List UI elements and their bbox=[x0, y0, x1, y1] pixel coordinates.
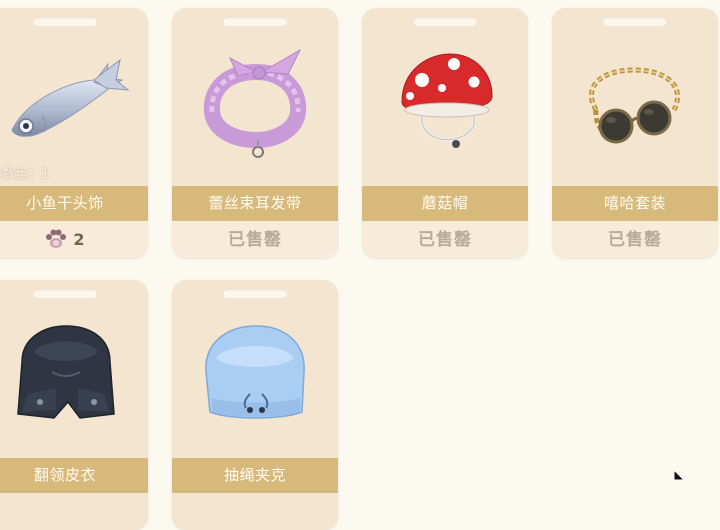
shop-item-card-hiphop-set[interactable]: 嘻哈套装 已售罄 bbox=[552, 8, 718, 258]
sold-out-status: 已售罄 bbox=[362, 221, 528, 258]
price-value: 2 bbox=[73, 230, 85, 249]
sold-out-status: 已售罄 bbox=[172, 221, 338, 258]
item-name: 抽绳夹克 bbox=[172, 458, 338, 493]
card-hanger bbox=[223, 289, 287, 298]
card-hanger bbox=[33, 17, 97, 26]
lace-headband-icon bbox=[203, 48, 307, 158]
mushroom-hat-icon bbox=[401, 53, 493, 148]
shop-item-card-leather-jacket[interactable]: 翻领皮衣 bbox=[0, 280, 148, 530]
item-image bbox=[552, 30, 718, 158]
card-hanger bbox=[223, 17, 287, 26]
sold-out-status: 已售罄 bbox=[552, 221, 718, 258]
leather-jacket-icon bbox=[17, 325, 115, 419]
mouse-cursor-icon bbox=[673, 470, 685, 480]
item-image bbox=[0, 30, 148, 158]
item-name: 嘻哈套装 bbox=[552, 186, 718, 221]
shop-item-card-lace-headband[interactable]: 蕾丝束耳发带 已售罄 bbox=[172, 8, 338, 258]
shop-item-card-mushroom-hat[interactable]: 蘑菇帽 已售罄 bbox=[362, 8, 528, 258]
drawstring-jacket-icon bbox=[205, 325, 305, 419]
item-name: 蕾丝束耳发带 bbox=[172, 186, 338, 221]
shop-item-card-drawstring-jacket[interactable]: 抽绳夹克 bbox=[172, 280, 338, 530]
paw-icon bbox=[46, 229, 67, 248]
sold-out-label: 已售罄 bbox=[228, 230, 282, 250]
fish-icon bbox=[11, 58, 130, 137]
item-name: 蘑菇帽 bbox=[362, 186, 528, 221]
item-name: 小鱼干头饰 bbox=[0, 186, 148, 221]
card-hanger bbox=[413, 17, 477, 26]
shop-item-card-fish[interactable]: 剩余数量：1 小鱼干头饰 2 bbox=[0, 8, 148, 258]
item-name: 翻领皮衣 bbox=[0, 458, 148, 493]
hiphop-sunglasses-icon bbox=[589, 67, 680, 144]
card-hanger bbox=[33, 289, 97, 298]
item-price[interactable]: 2 bbox=[0, 221, 148, 258]
card-hanger bbox=[603, 17, 667, 26]
sold-out-label: 已售罄 bbox=[608, 230, 662, 250]
remaining-count: 剩余数量：1 bbox=[0, 167, 50, 182]
item-image bbox=[0, 302, 148, 430]
item-image bbox=[362, 30, 528, 158]
sold-out-label: 已售罄 bbox=[418, 230, 472, 250]
item-image bbox=[172, 30, 338, 158]
item-image bbox=[172, 302, 338, 430]
